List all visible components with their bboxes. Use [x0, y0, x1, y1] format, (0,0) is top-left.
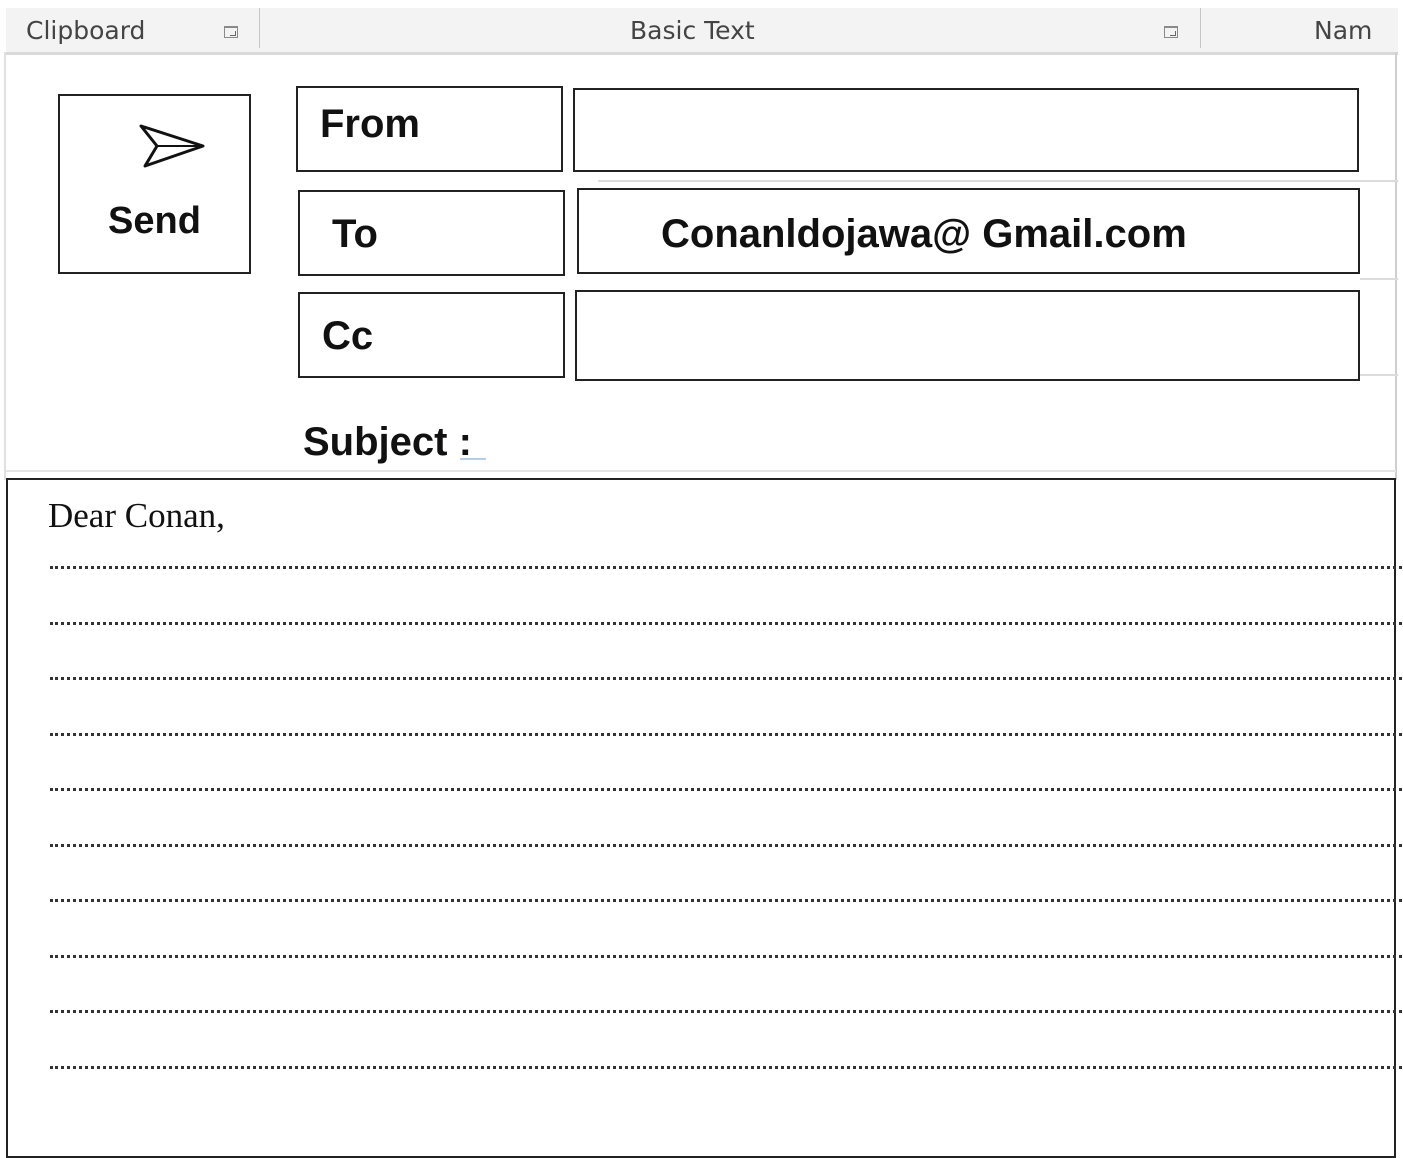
- frame-left-border: [4, 52, 6, 480]
- writing-line[interactable]: [50, 955, 1402, 958]
- ribbon-group-clipboard: Clipboard: [26, 16, 146, 45]
- subject-label: Subject :: [303, 420, 472, 464]
- send-button[interactable]: Send: [58, 94, 251, 274]
- header-bottom-line: [6, 470, 1396, 472]
- writing-line[interactable]: [50, 622, 1402, 625]
- ribbon-group-basic-text: Basic Text: [630, 16, 755, 45]
- to-field-value: Conanldojawa@ Gmail.com: [661, 212, 1187, 256]
- from-field[interactable]: [573, 88, 1359, 172]
- divider: [598, 180, 1398, 182]
- send-button-label: Send: [108, 200, 201, 242]
- writing-line[interactable]: [50, 677, 1402, 680]
- message-body[interactable]: [6, 478, 1396, 1158]
- from-label: From: [296, 86, 563, 172]
- cc-label: Cc: [298, 292, 565, 378]
- subject-input-cursor[interactable]: [460, 458, 486, 460]
- cc-field[interactable]: [575, 290, 1360, 381]
- greeting-text: Dear Conan,: [48, 496, 225, 535]
- divider: [1360, 374, 1398, 376]
- writing-line[interactable]: [50, 1066, 1402, 1069]
- writing-line[interactable]: [50, 899, 1402, 902]
- writing-line[interactable]: [50, 733, 1402, 736]
- ribbon-bar: Clipboard Basic Text Nam: [6, 8, 1398, 55]
- to-field[interactable]: Conanldojawa@ Gmail.com: [577, 188, 1360, 274]
- dialog-launcher-icon[interactable]: [1164, 26, 1178, 38]
- writing-line[interactable]: [50, 1010, 1402, 1013]
- dialog-launcher-icon[interactable]: [224, 26, 238, 38]
- divider: [1360, 278, 1398, 280]
- ribbon-separator: [1200, 8, 1201, 48]
- writing-line[interactable]: [50, 566, 1402, 569]
- writing-line[interactable]: [50, 844, 1402, 847]
- frame-right-border: [1395, 52, 1397, 480]
- writing-line[interactable]: [50, 788, 1402, 791]
- send-arrow-icon: [139, 124, 205, 168]
- ribbon-group-names: Nam: [1314, 16, 1373, 45]
- to-label: To: [298, 190, 565, 276]
- ribbon-separator: [259, 8, 260, 48]
